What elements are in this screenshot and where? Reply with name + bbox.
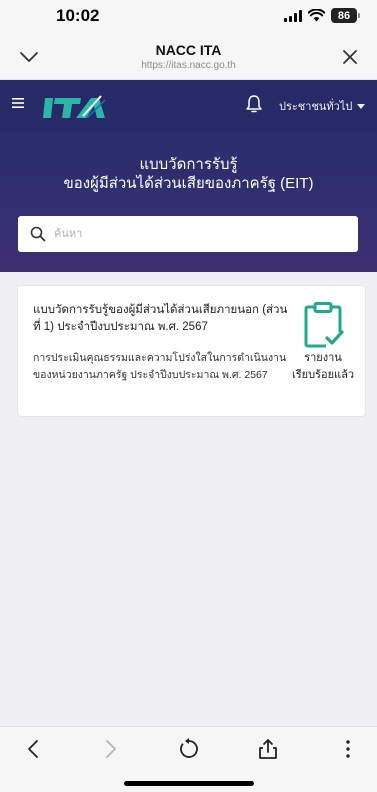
battery-icon: 86 — [331, 8, 360, 23]
caret-down-icon — [357, 103, 366, 109]
browser-toolbar — [0, 726, 377, 792]
browser-title: NACC ITA — [155, 42, 222, 58]
signal-icon — [284, 9, 302, 22]
card-title[interactable]: แบบวัดการรับรู้ของผู้มีส่วนได้ส่วนเสียภา… — [33, 302, 288, 336]
card-status: รายงานเรียบร้อยแล้ว — [291, 352, 355, 381]
site-banner: ประชาชนทั่วไป แบบวัดการรับรู้ ของผู้มีส่… — [0, 80, 377, 272]
browser-url[interactable]: https://itas.nacc.go.th — [0, 60, 377, 71]
card-description: การประเมินคุณธรรมและความโปร่งใสในการดำเน… — [33, 352, 287, 381]
site-nav-bar: ประชาชนทั่วไป — [0, 80, 377, 132]
page-title: แบบวัดการรับรู้ ของผู้มีส่วนได้ส่วนเสียข… — [0, 155, 377, 193]
reload-icon[interactable] — [177, 737, 201, 761]
page-title-line2: ของผู้มีส่วนได้ส่วนเสียของภาครัฐ (EIT) — [63, 175, 314, 192]
home-indicator[interactable] — [124, 781, 254, 786]
bell-icon[interactable] — [245, 94, 263, 114]
search-input[interactable] — [54, 228, 344, 240]
user-menu[interactable]: ประชาชนทั่วไป — [279, 97, 366, 115]
status-icons: 86 — [284, 8, 360, 23]
browser-header: NACC ITA https://itas.nacc.go.th — [0, 32, 377, 80]
search-icon — [30, 226, 46, 242]
assessment-card[interactable]: แบบวัดการรับรู้ของผู้มีส่วนได้ส่วนเสียภา… — [17, 285, 366, 417]
ita-logo[interactable] — [43, 94, 113, 120]
user-menu-label: ประชาชนทั่วไป — [279, 101, 353, 113]
status-time: 10:02 — [56, 6, 100, 25]
search-box[interactable] — [18, 216, 358, 252]
menu-icon[interactable] — [12, 96, 26, 110]
share-icon[interactable] — [256, 737, 280, 761]
page-title-line1: แบบวัดการรับรู้ — [139, 156, 238, 173]
clipboard-check-icon — [304, 302, 344, 348]
close-icon[interactable] — [339, 46, 361, 68]
wifi-icon — [308, 9, 325, 22]
status-bar: 10:02 86 — [0, 0, 377, 32]
more-icon[interactable] — [336, 737, 360, 761]
forward-icon[interactable] — [98, 737, 122, 761]
back-icon[interactable] — [22, 737, 46, 761]
